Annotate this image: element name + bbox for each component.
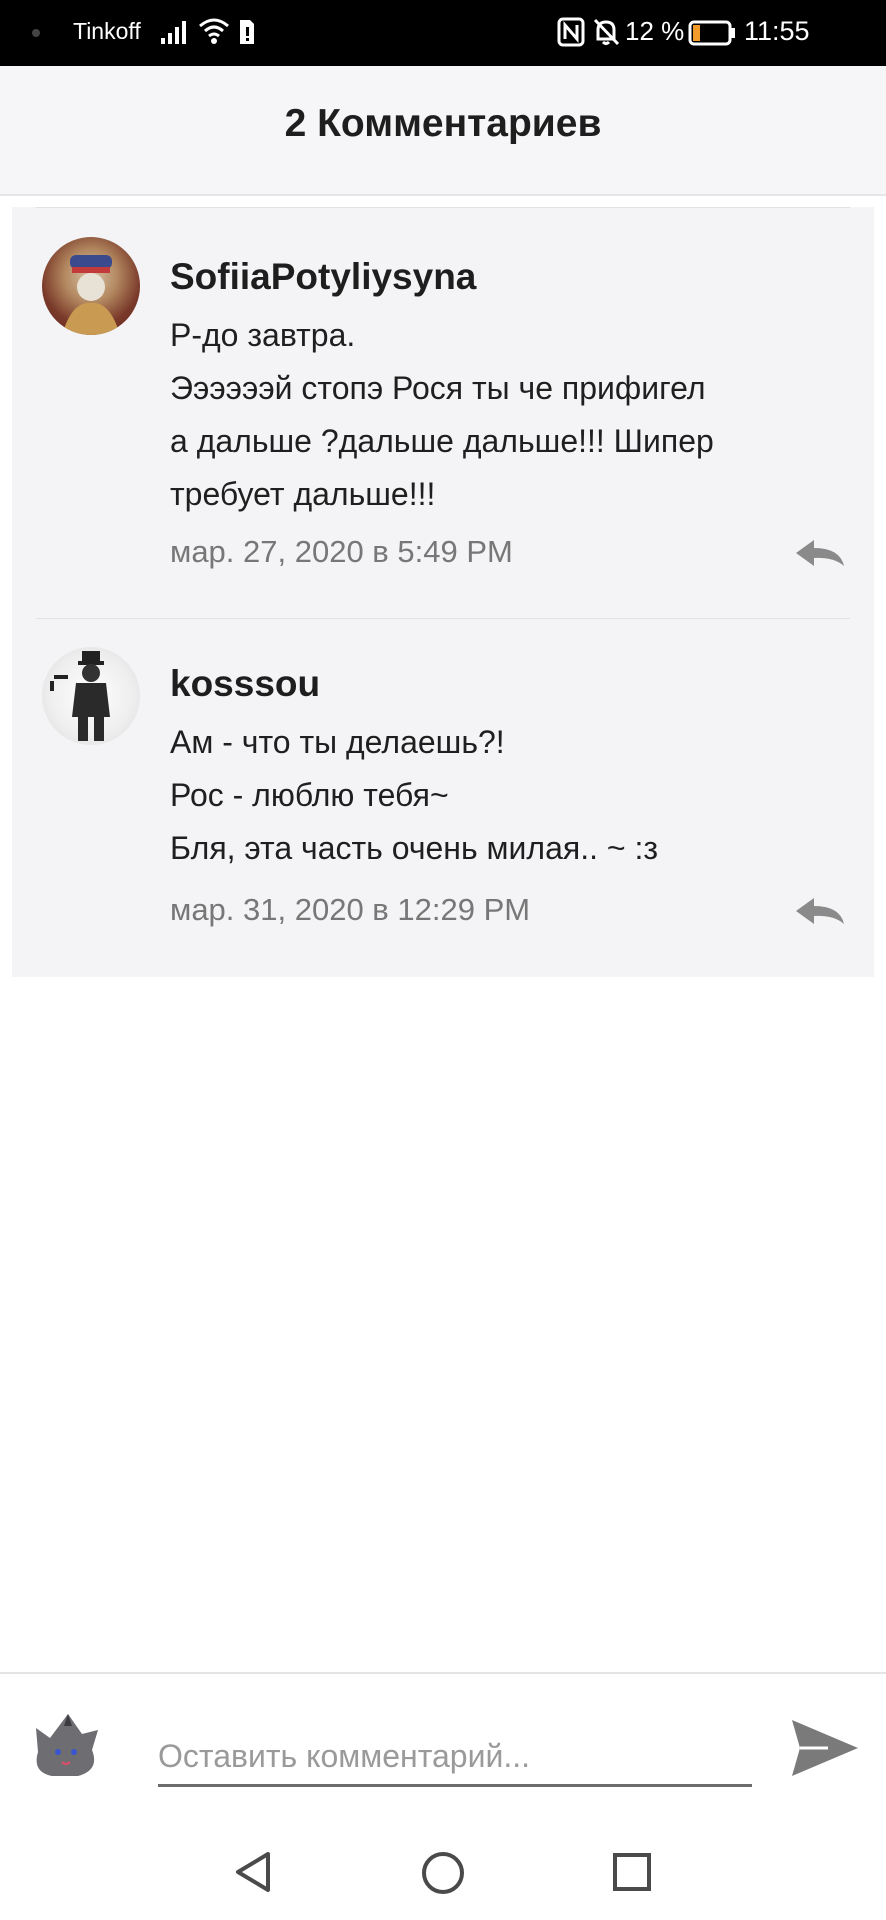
back-icon[interactable]: [232, 1850, 276, 1894]
comments-header: 2 Комментариев: [0, 66, 886, 196]
page-title: 2 Комментариев: [284, 102, 602, 145]
battery-icon: [688, 20, 736, 51]
comment-timestamp: мар. 27, 2020 в 5:49 PM: [170, 534, 513, 569]
comment-text-line: Ээээээй стопэ Рося ты че прифигел: [170, 370, 706, 406]
bell-off-icon: [592, 17, 620, 52]
comment-text-line: Рос - люблю тебя~: [170, 777, 449, 813]
battery-percent: 12 %: [625, 16, 685, 46]
system-nav-bar: [0, 1820, 886, 1920]
clock: 11:55: [744, 16, 810, 46]
recent-apps-icon[interactable]: [612, 1852, 652, 1892]
reply-icon[interactable]: [792, 536, 848, 570]
comments-screen: Tinkoff 12 % 11:55 2 Комментариев Sofiia…: [0, 0, 886, 1920]
comment-text-line: требует дальше!!!: [170, 476, 436, 512]
comment-list: SofiiaPotyliysyna Р-до завтра. Ээээээй с…: [12, 207, 874, 977]
comment-timestamp: мар. 31, 2020 в 12:29 PM: [170, 892, 531, 927]
wifi-icon: [198, 16, 230, 51]
comment-text-line: Ам - что ты делаешь?!: [170, 724, 505, 760]
send-button[interactable]: [788, 1716, 860, 1780]
home-icon[interactable]: [420, 1850, 466, 1896]
comment-text-line: Р-до завтра.: [170, 317, 356, 353]
comment-item: kosssou Ам - что ты делаешь?! Рос - любл…: [36, 618, 850, 977]
avatar[interactable]: [42, 647, 140, 745]
comment-text-line: Бля, эта часть очень милая.. ~ :з: [170, 830, 658, 866]
comment-text-line: а дальше ?дальше дальше!!! Шипер: [170, 423, 714, 459]
status-bar: Tinkoff 12 % 11:55: [0, 0, 886, 66]
reply-icon[interactable]: [792, 894, 848, 928]
signal-icon: [160, 18, 188, 51]
avatar[interactable]: [42, 237, 140, 335]
send-icon: [792, 1720, 858, 1776]
comment-username[interactable]: kosssou: [170, 663, 320, 705]
carrier-name: Tinkoff: [73, 18, 141, 44]
nfc-icon: [557, 17, 585, 52]
comment-username[interactable]: SofiiaPotyliysyna: [170, 256, 476, 298]
comment-input[interactable]: [158, 1728, 752, 1787]
comment-composer: [0, 1672, 886, 1822]
user-avatar: [28, 1704, 106, 1782]
comment-item: SofiiaPotyliysyna Р-до завтра. Ээээээй с…: [36, 207, 850, 618]
camera-dot: [32, 29, 40, 37]
sim-icon: [238, 18, 256, 51]
